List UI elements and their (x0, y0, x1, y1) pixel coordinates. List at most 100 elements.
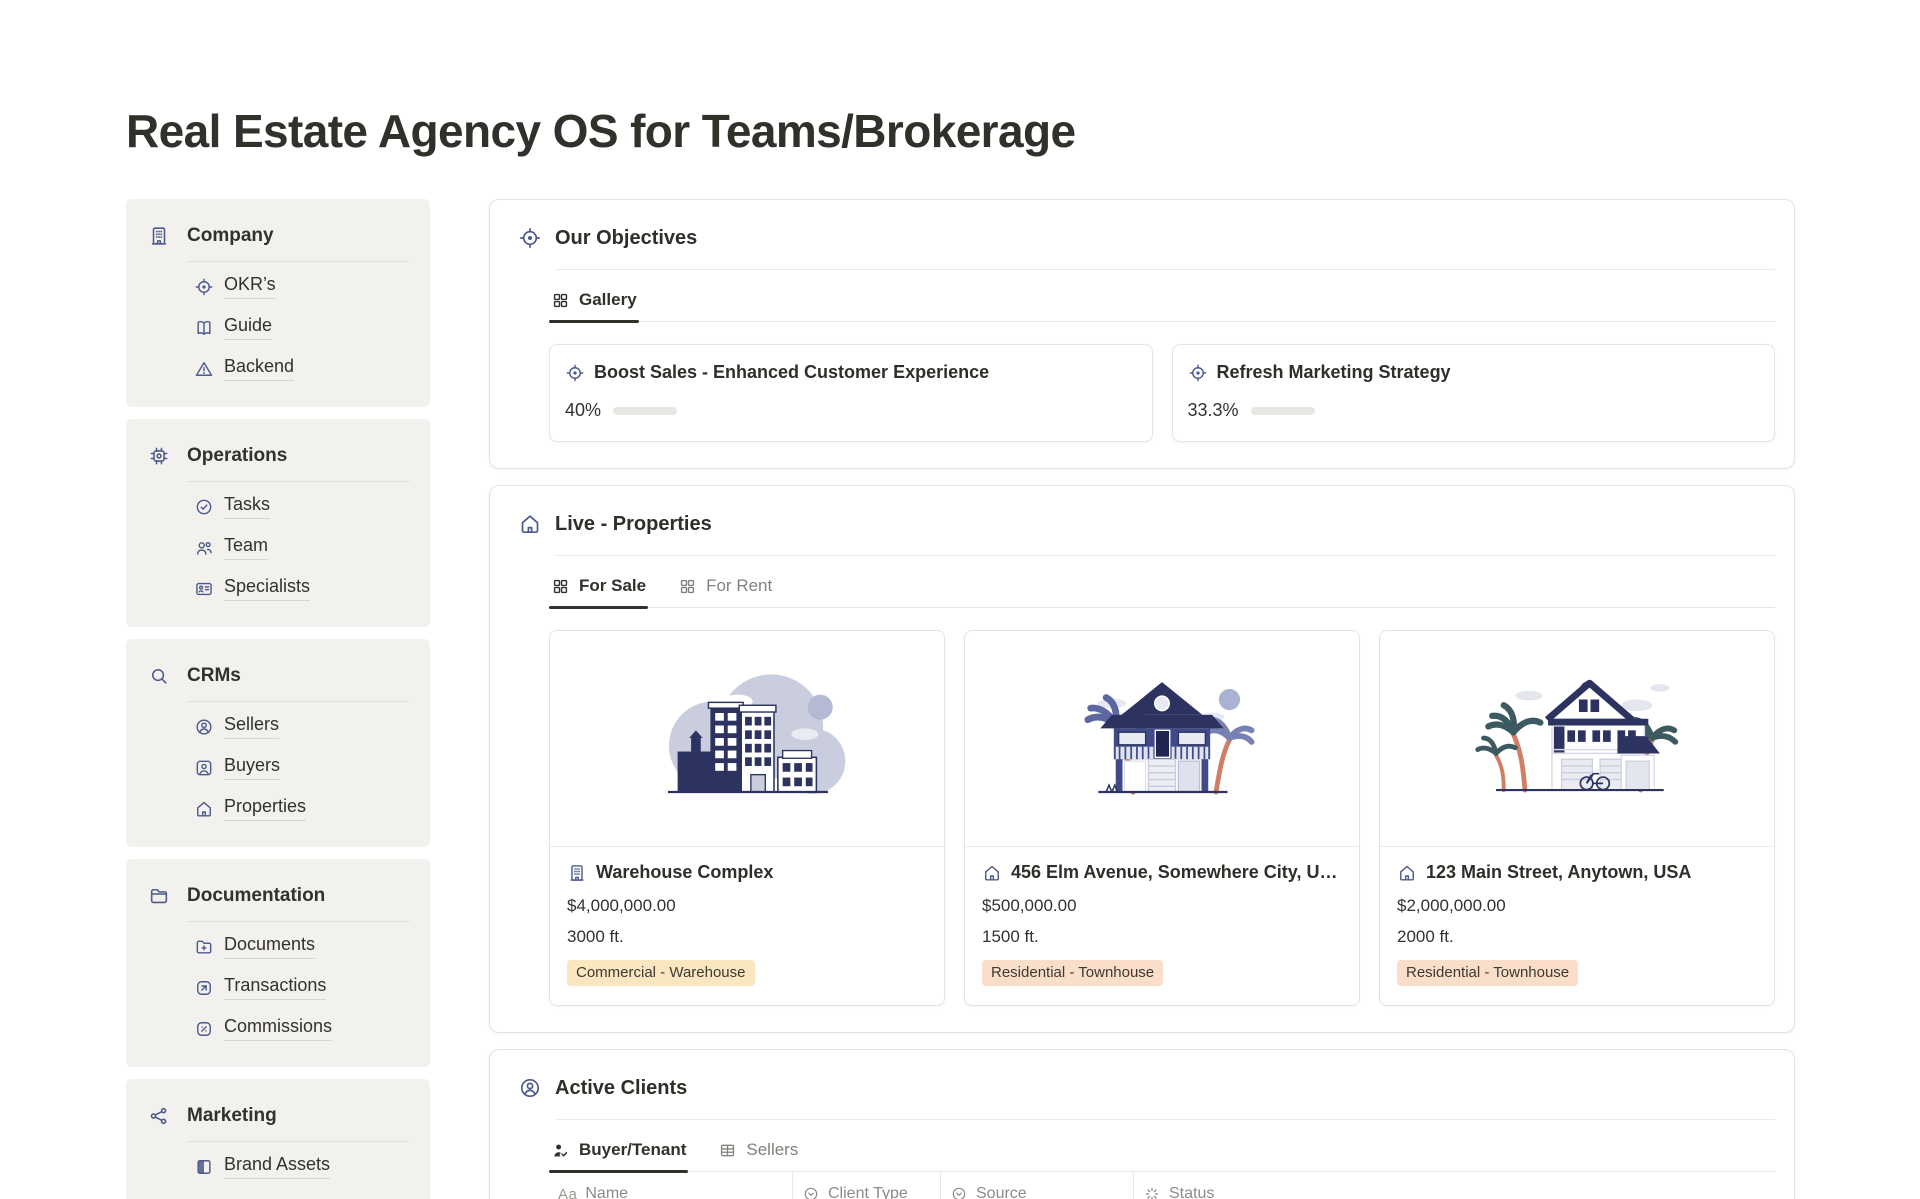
sidebar-item-team[interactable]: Team (194, 535, 410, 560)
sidebar: Company OKR’s Guide Backend (126, 199, 430, 1199)
objective-card[interactable]: Boost Sales - Enhanced Customer Experien… (549, 344, 1153, 442)
column-label: Status (1169, 1185, 1214, 1199)
sidebar-section-title: Documentation (187, 885, 325, 907)
sidebar-item-label: Team (224, 535, 268, 560)
tab-label: Sellers (746, 1140, 798, 1160)
sidebar-section-documentation: Documentation Documents Transactions Com… (126, 859, 430, 1067)
page-title: Real Estate Agency OS for Teams/Brokerag… (126, 104, 1795, 158)
building-icon (148, 225, 170, 247)
sidebar-item-label: OKR’s (224, 274, 276, 299)
property-category-badge: Commercial - Warehouse (567, 960, 755, 986)
target-icon (565, 363, 585, 383)
sidebar-item-properties[interactable]: Properties (194, 796, 410, 821)
column-header-source[interactable]: Source (941, 1172, 1134, 1199)
sidebar-item-okrs[interactable]: OKR’s (194, 274, 410, 299)
divider (187, 481, 410, 482)
property-card-456-elm-avenue[interactable]: 456 Elm Avenue, Somewhere City, USA $500… (964, 630, 1360, 1006)
home-icon (194, 799, 214, 819)
user-square-icon (194, 758, 214, 778)
user-circle-icon (518, 1076, 542, 1100)
tab-label: For Rent (706, 576, 772, 596)
transfer-icon (194, 978, 214, 998)
gallery-grid-icon (551, 291, 570, 310)
home-icon (982, 863, 1002, 883)
sidebar-section-header: Operations (148, 443, 410, 469)
tab-for-rent[interactable]: For Rent (676, 572, 774, 607)
tab-gallery[interactable]: Gallery (549, 286, 639, 321)
sidebar-item-sellers[interactable]: Sellers (194, 714, 410, 739)
tab-label: Buyer/Tenant (579, 1140, 686, 1160)
share-icon (148, 1105, 170, 1127)
column-label: Name (585, 1185, 628, 1199)
section-title: Active Clients (555, 1077, 687, 1100)
chip-icon (148, 445, 170, 467)
section-live-properties: Live - Properties For Sale For Rent (489, 485, 1795, 1033)
sidebar-item-label: Specialists (224, 576, 310, 601)
progress-percent: 40% (565, 400, 601, 421)
property-category-badge: Residential - Townhouse (982, 960, 1163, 986)
home-icon (518, 512, 542, 536)
divider (555, 555, 1775, 556)
text-property-icon: Aa (558, 1186, 577, 1199)
property-name: 456 Elm Avenue, Somewhere City, USA (1011, 862, 1341, 883)
user-circle-icon (194, 717, 214, 737)
search-icon (148, 665, 170, 687)
sidebar-item-brand-assets[interactable]: Brand Assets (194, 1154, 410, 1179)
objective-title: Boost Sales - Enhanced Customer Experien… (594, 362, 989, 383)
folder-plus-icon (194, 937, 214, 957)
sidebar-section-header: Documentation (148, 883, 410, 909)
grid-icon (678, 577, 697, 596)
sidebar-section-title: Marketing (187, 1105, 277, 1127)
sidebar-section-title: CRMs (187, 665, 241, 687)
property-size: 2000 ft. (1397, 927, 1756, 947)
sidebar-section-header: Marketing (148, 1103, 410, 1129)
clients-table-header: Aa Name Client Type Source (549, 1172, 1775, 1199)
main-content: Our Objectives Gallery B (489, 199, 1795, 1199)
property-card-123-main-street[interactable]: 123 Main Street, Anytown, USA $2,000,000… (1379, 630, 1775, 1006)
divider (555, 1119, 1775, 1120)
section-header: Active Clients (518, 1074, 1775, 1102)
sidebar-item-label: Buyers (224, 755, 280, 780)
column-label: Source (976, 1185, 1027, 1199)
sidebar-item-tasks[interactable]: Tasks (194, 494, 410, 519)
book-icon (194, 318, 214, 338)
target-icon (518, 226, 542, 250)
column-label: Client Type (828, 1185, 908, 1199)
stilt-beach-house-illustration (965, 631, 1359, 847)
users-icon (194, 538, 214, 558)
tab-buyer-tenant[interactable]: Buyer/Tenant (549, 1136, 688, 1171)
objectives-tabstrip: Gallery (549, 286, 1775, 322)
target-icon (1188, 363, 1208, 383)
status-spinner-icon (1143, 1185, 1161, 1199)
tab-sellers[interactable]: Sellers (716, 1136, 800, 1171)
column-header-status[interactable]: Status (1134, 1172, 1775, 1199)
column-header-client-type[interactable]: Client Type (793, 1172, 941, 1199)
property-price: $500,000.00 (982, 896, 1341, 916)
property-card-warehouse-complex[interactable]: Warehouse Complex $4,000,000.00 3000 ft.… (549, 630, 945, 1006)
divider (555, 269, 1775, 270)
sidebar-item-label: Documents (224, 934, 315, 959)
sidebar-item-label: Transactions (224, 975, 326, 1000)
sidebar-section-header: CRMs (148, 663, 410, 689)
warning-icon (194, 359, 214, 379)
tab-for-sale[interactable]: For Sale (549, 572, 648, 607)
sidebar-item-buyers[interactable]: Buyers (194, 755, 410, 780)
sidebar-item-specialists[interactable]: Specialists (194, 576, 410, 601)
section-our-objectives: Our Objectives Gallery B (489, 199, 1795, 469)
objective-progress: 33.3% (1188, 400, 1759, 421)
property-name: 123 Main Street, Anytown, USA (1426, 862, 1691, 883)
home-icon (1397, 863, 1417, 883)
progress-bar (613, 407, 677, 415)
sidebar-item-backend[interactable]: Backend (194, 356, 410, 381)
sidebar-item-guide[interactable]: Guide (194, 315, 410, 340)
column-header-name[interactable]: Aa Name (549, 1172, 793, 1199)
section-title: Our Objectives (555, 227, 697, 250)
sidebar-item-documents[interactable]: Documents (194, 934, 410, 959)
tab-label: For Sale (579, 576, 646, 596)
sidebar-item-transactions[interactable]: Transactions (194, 975, 410, 1000)
sidebar-item-commissions[interactable]: Commissions (194, 1016, 410, 1041)
section-header: Our Objectives (518, 224, 1775, 252)
id-card-icon (194, 579, 214, 599)
objective-card[interactable]: Refresh Marketing Strategy 33.3% (1172, 344, 1776, 442)
sidebar-item-label: Commissions (224, 1016, 332, 1041)
